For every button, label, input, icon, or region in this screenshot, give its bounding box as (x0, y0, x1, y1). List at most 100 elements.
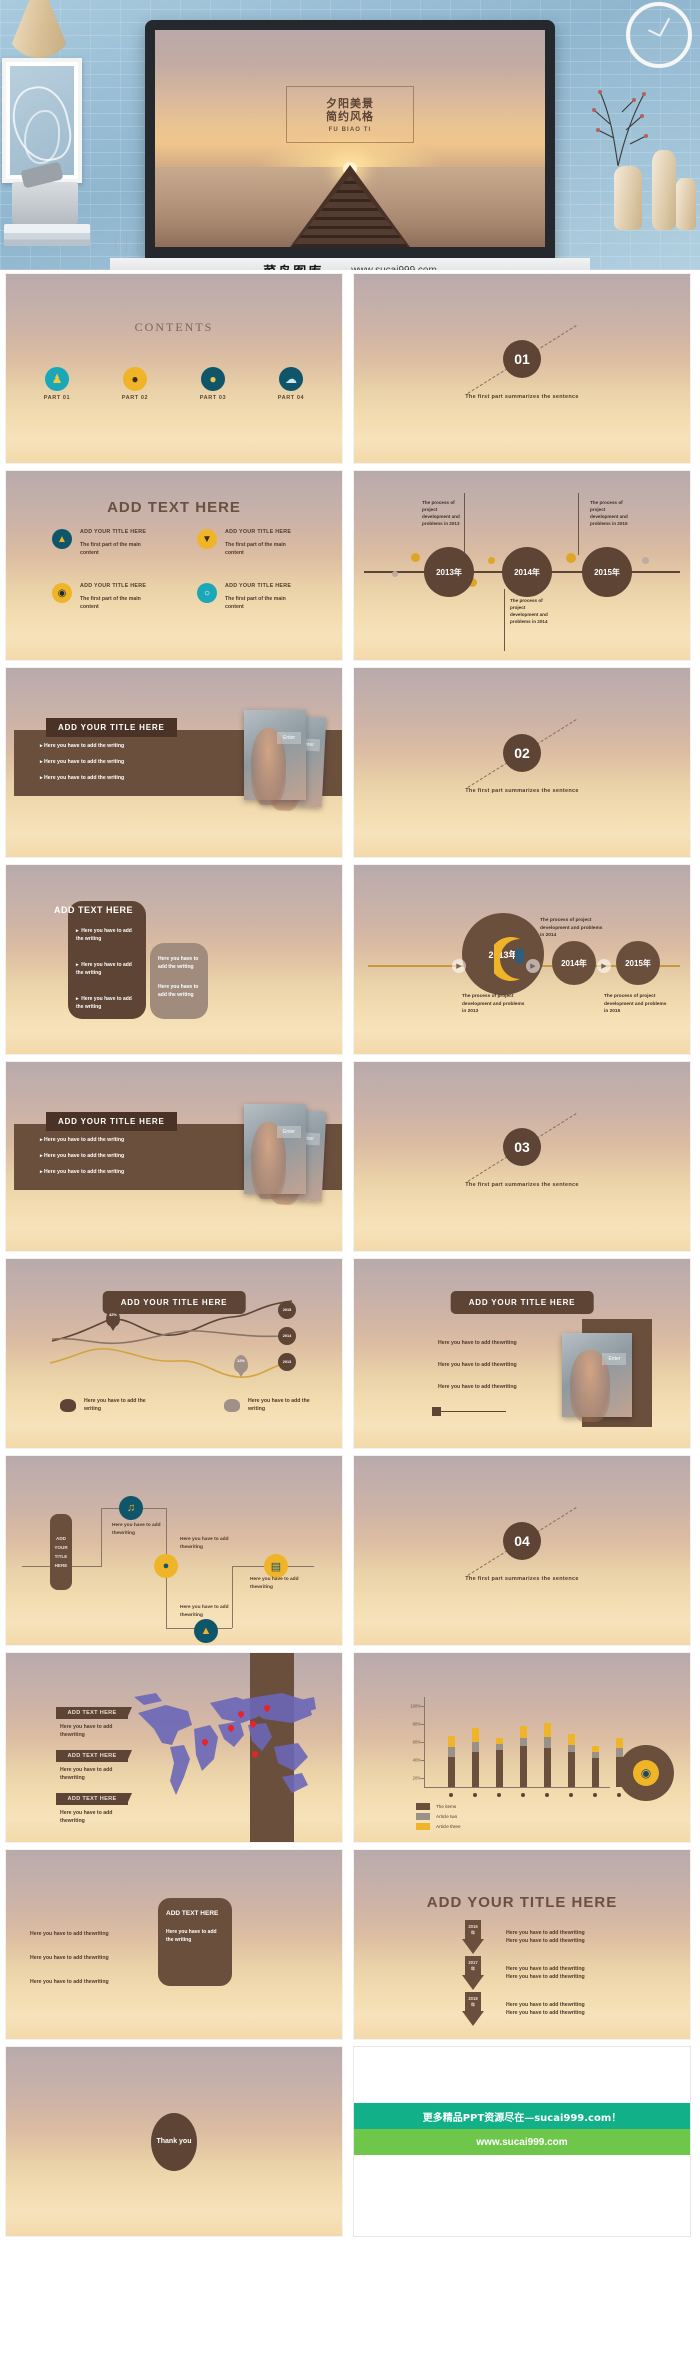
slide-section-02[interactable]: 02 The first part summarizes the sentenc… (354, 668, 690, 857)
feature-item[interactable]: ◉ ADD YOUR TITLE HERE The first part of … (52, 583, 179, 611)
timeline-text: The process of project development and p… (510, 598, 548, 624)
map-card[interactable]: ADD TEXT HERE Here you have to add thewr… (56, 1750, 132, 1782)
feature-title: ADD YOUR TITLE HERE (80, 529, 147, 535)
slide-title-image-bullets[interactable]: ADD YOUR TITLE HERE Here you have to add… (6, 668, 342, 857)
bar (448, 1736, 455, 1787)
map-card-body: Here you have to add thewriting (60, 1767, 113, 1781)
slide-promo[interactable]: 更多精品PPT资源尽在—sucai999.com！ www.sucai999.c… (354, 2047, 690, 2236)
section-number: 04 (503, 1522, 541, 1560)
phone-icon (515, 949, 524, 963)
slide-add-text-icons[interactable]: ADD TEXT HERE ▲ ADD YOUR TITLE HERE The … (6, 471, 342, 660)
slide-world-map[interactable]: ADD TEXT HERE Here you have to add thewr… (6, 1653, 342, 1842)
bowl-icon[interactable]: ▤ (264, 1554, 288, 1578)
slide-wave-chart[interactable]: ADD YOUR TITLE HERE 42% 12% 2015 2014 20… (6, 1259, 342, 1448)
slide-contents[interactable]: CONTENTS ♟ PART 01 ● PART 02 ● PART 03 ☁… (6, 274, 342, 463)
map-card-title: ADD TEXT HERE (56, 1707, 132, 1719)
cover-subtitle: FU BIAO TI (328, 127, 372, 134)
map-card[interactable]: ADD TEXT HERE Here you have to add thewr… (56, 1707, 132, 1739)
slide-timeline-years[interactable]: The process of project development and p… (354, 471, 690, 660)
feature-item[interactable]: ○ ADD YOUR TITLE HERE The first part of … (197, 583, 324, 611)
slide-thank-you[interactable]: Thank you (6, 2047, 342, 2236)
bullet-item: Here you have to add the writing (40, 1168, 170, 1176)
side-text: Here you have to add the writing (158, 984, 199, 998)
timeline-node[interactable]: 2013年 (424, 547, 474, 597)
photo-label: Enter (602, 1353, 627, 1366)
slide-section-01[interactable]: 01 The first part summarizes the sentenc… (354, 274, 690, 463)
music-note-icon[interactable]: ♫ (119, 1496, 143, 1520)
user-icon: ♟ (45, 367, 69, 391)
sunrise-icon[interactable]: ▲ (194, 1619, 218, 1643)
cloud-icon: ☁ (279, 367, 303, 391)
page-title: ADD TEXT HERE (107, 499, 241, 516)
timeline-circle[interactable]: 2014年 (552, 941, 596, 985)
map-card-body: Here you have to add thewriting (60, 1724, 113, 1738)
year-dot: 2015 (278, 1301, 296, 1319)
brand-bar: 菜鸟图库 www.sucai999.com (110, 258, 590, 270)
contents-part-2[interactable]: ● PART 02 (112, 367, 158, 401)
slide-title-image-bullets-2[interactable]: ADD YOUR TITLE HERE Here you have to add… (6, 1062, 342, 1251)
slide-rounded-box-center[interactable]: ADD TEXT HERE Here you have to add the w… (6, 1850, 342, 2039)
feature-item[interactable]: ▼ ADD YOUR TITLE HERE The first part of … (197, 529, 324, 557)
down-arrow-icon: 2016 年 (462, 1920, 484, 1954)
contents-part-label: PART 02 (121, 395, 149, 401)
cup-icon[interactable]: ● (154, 1554, 178, 1578)
flow-text: Here you have to add thewriting (112, 1523, 161, 1536)
tab-line: YOUR (54, 1545, 68, 1550)
timeline-text: The process of project development and p… (604, 994, 667, 1014)
section-subtitle: The first part summarizes the sentence (465, 788, 579, 794)
bullet-item: Here you have to add the writing (40, 1136, 170, 1144)
legend-item: Article two (416, 1813, 461, 1820)
timeline-circle[interactable]: 2015年 (616, 941, 660, 985)
branch-decoration (592, 90, 648, 166)
contents-part-3[interactable]: ● PART 03 (190, 367, 236, 401)
page-title: ADD TEXT HERE (54, 905, 134, 915)
chart-x-axis (424, 1787, 610, 1788)
world-map (134, 1693, 316, 1795)
slide-section-03[interactable]: 03 The first part summarizes the sentenc… (354, 1062, 690, 1251)
box-title: ADD TEXT HERE (166, 1910, 219, 1917)
legend-item: Here you have to add the writing (224, 1397, 316, 1413)
arrow-row: 2016 年 Here you have to add thewriting He… (462, 1920, 585, 1954)
flow-line (101, 1508, 102, 1566)
water-drop-icon: ● (201, 367, 225, 391)
slide-rounded-boxes[interactable]: ▸ Here you have to add the writing ▸ Her… (6, 865, 342, 1054)
timeline-node[interactable]: 2015年 (582, 547, 632, 597)
desk-gadget (12, 182, 78, 224)
monitor-screen: 夕阳美景 简约风格 FU BIAO TI (155, 30, 545, 247)
text-list: Here you have to add thewriting Here you… (30, 1930, 140, 1986)
arrow-text: Here you have to add thewriting (506, 2010, 585, 2016)
decor-dot (488, 557, 495, 564)
photo-label: Enter (277, 1125, 302, 1138)
timeline-node[interactable]: 2014年 (502, 547, 552, 597)
year-dot: 2014 (278, 1327, 296, 1345)
cover-title-box: 夕阳美景 简约风格 FU BIAO TI (286, 86, 414, 144)
timeline-text: The process of project development and p… (462, 994, 525, 1014)
tab-line: ADD (56, 1536, 66, 1541)
picture-frame (2, 58, 82, 183)
decor-dot (392, 571, 398, 577)
slide-flow-icons[interactable]: ADD YOUR TITLE HERE ♫ Here you have to a… (6, 1456, 342, 1645)
contents-part-label: PART 04 (277, 395, 305, 401)
contents-part-label: PART 01 (43, 395, 71, 401)
contents-part-4[interactable]: ☁ PART 04 (268, 367, 314, 401)
legend-swatch (416, 1823, 430, 1830)
feature-item[interactable]: ▲ ADD YOUR TITLE HERE The first part of … (52, 529, 179, 557)
map-card[interactable]: ADD TEXT HERE Here you have to add thewr… (56, 1793, 132, 1825)
down-arrow-icon: 2018 年 (462, 1992, 484, 2026)
bullet-item: Here you have to add the writing (40, 1152, 170, 1160)
feature-body: The first part of the main content (80, 596, 141, 610)
arrow-row: 2018 年 Here you have to add thewriting He… (462, 1992, 585, 2026)
slide-title-image-right[interactable]: ADD YOUR TITLE HERE Here you have to add… (354, 1259, 690, 1448)
slide-donut-timeline[interactable]: 2013年 2014年 2015年 ▶ ▶ ▶ The process of p… (354, 865, 690, 1054)
slide-bar-chart[interactable]: 20% 40% 60% 80% 100% The items Article t… (354, 1653, 690, 1842)
slide-arrows[interactable]: ADD YOUR TITLE HERE 2016 年 Here you have … (354, 1850, 690, 2039)
wooden-pier (290, 165, 410, 247)
arrow-text: Here you have to add thewriting (506, 1938, 585, 1944)
legend-label: Here you have to add the writing (248, 1398, 310, 1412)
slide-section-04[interactable]: 04 The first part summarizes the sentenc… (354, 1456, 690, 1645)
legend-label: The items (436, 1804, 457, 1809)
bullet-item: Here you have to add the writing (40, 774, 170, 782)
feature-body: The first part of the main content (225, 596, 286, 610)
contents-part-1[interactable]: ♟ PART 01 (34, 367, 80, 401)
brand-name: 菜鸟图库 (263, 261, 323, 271)
